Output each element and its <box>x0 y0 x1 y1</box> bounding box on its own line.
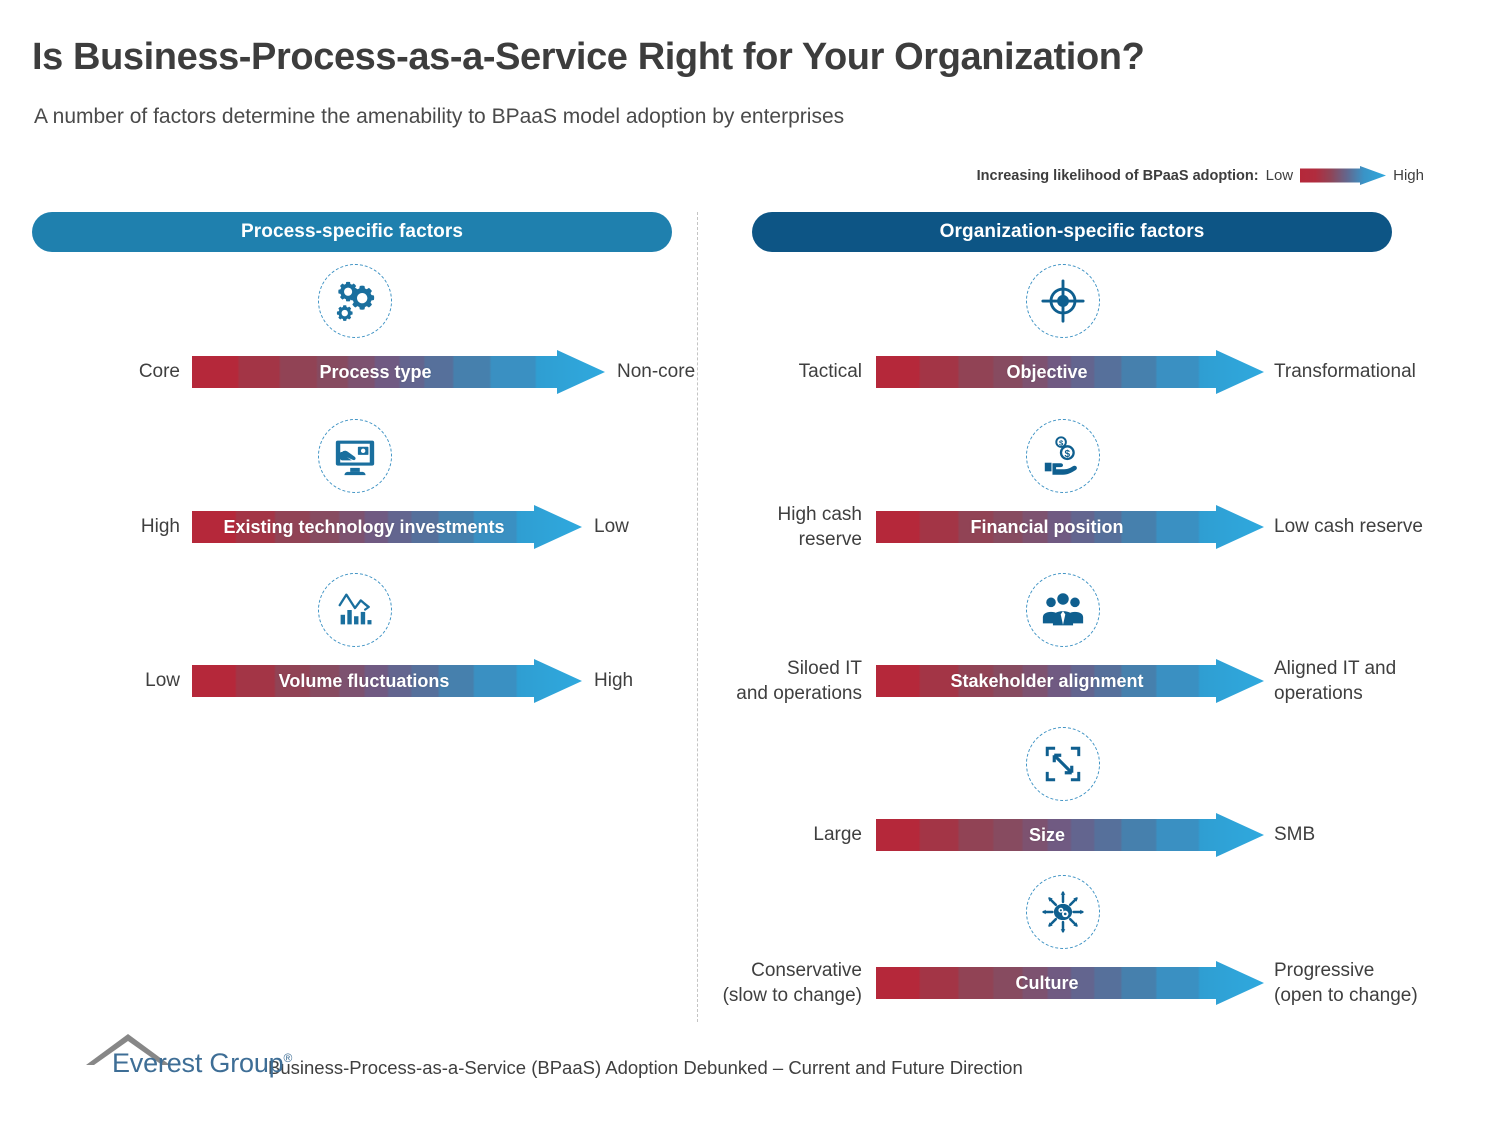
everest-group-logo: Everest Group® <box>84 1032 292 1084</box>
culture-arrow: Culture <box>876 961 1264 1005</box>
gradient-arrow-icon <box>192 505 582 549</box>
gradient-arrow-icon <box>192 659 582 703</box>
gradient-arrow-icon <box>876 659 1264 703</box>
existing-technology-investments-arrow: Existing technology investments <box>192 505 582 549</box>
size-arrow: Size <box>876 813 1264 857</box>
row-left-label: Core <box>138 361 180 383</box>
monitor-investment-icon <box>318 419 392 493</box>
target-icon <box>1026 264 1100 338</box>
volume-chart-icon <box>318 573 392 647</box>
page-subtitle: A number of factors determine the amenab… <box>34 105 845 128</box>
legend-label: Increasing likelihood of BPaaS adoption: <box>976 167 1259 184</box>
legend-gradient-arrow-icon <box>1300 166 1387 185</box>
row-left-label: Tactical <box>798 361 862 383</box>
process-specific-column: Process-specific factors <box>32 212 672 252</box>
logo-wordmark: Everest Group® <box>112 1048 293 1078</box>
row-left-label: Low <box>145 670 180 692</box>
volume-fluctuations-arrow: Volume fluctuations <box>192 659 582 703</box>
financial-position-arrow: Financial position <box>876 505 1264 549</box>
row-left-label: High <box>140 516 180 538</box>
column-divider <box>697 212 698 1022</box>
gears-icon <box>318 264 392 338</box>
gradient-arrow-icon <box>876 350 1264 394</box>
row-right-label: Progressive (open to change) <box>1274 959 1418 1006</box>
row-left-label: Conservative (slow to change) <box>722 959 862 1006</box>
gradient-arrow-icon <box>192 350 605 394</box>
culture-gear-icon <box>1026 875 1100 949</box>
legend-low-label: Low <box>1265 167 1294 184</box>
stakeholders-icon <box>1026 573 1100 647</box>
row-right-label: SMB <box>1274 824 1316 846</box>
resize-icon <box>1026 727 1100 801</box>
legend: Increasing likelihood of BPaaS adoption:… <box>977 166 1424 185</box>
hand-money-icon: $ $ <box>1026 419 1100 493</box>
gradient-arrow-icon <box>876 813 1264 857</box>
process-type-arrow: Process type <box>192 350 605 394</box>
row-left-label: High cash reserve <box>777 503 863 550</box>
footer-caption: Business-Process-as-a-Service (BPaaS) Ad… <box>268 1057 1023 1078</box>
row-left-label: Large <box>813 824 862 846</box>
row-right-label: Transformational <box>1274 361 1416 383</box>
legend-high-label: High <box>1393 167 1424 184</box>
svg-text:$: $ <box>1065 449 1071 460</box>
objective-arrow: Objective <box>876 350 1264 394</box>
row-left-label: Siloed IT and operations <box>736 657 862 704</box>
svg-text:$: $ <box>1059 438 1064 447</box>
stakeholder-alignment-arrow: Stakeholder alignment <box>876 659 1264 703</box>
organization-specific-column: Organization-specific factors <box>752 212 1392 252</box>
gradient-arrow-icon <box>876 505 1264 549</box>
process-column-heading: Process-specific factors <box>32 212 672 252</box>
row-right-label: Low cash reserve <box>1274 516 1423 538</box>
row-right-label: Aligned IT and operations <box>1274 657 1397 704</box>
gradient-arrow-icon <box>876 961 1264 1005</box>
registered-mark: ® <box>283 1051 293 1065</box>
footer: Everest Group® Business-Process-as-a-Ser… <box>84 1032 1023 1084</box>
page-title: Is Business-Process-as-a-Service Right f… <box>32 36 1145 78</box>
organization-column-heading: Organization-specific factors <box>752 212 1392 252</box>
